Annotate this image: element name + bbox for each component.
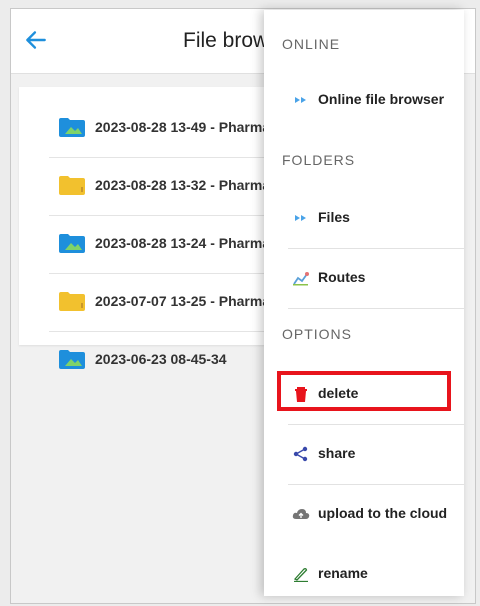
menu-item-routes[interactable]: Routes [288, 248, 464, 308]
menu-item-label: rename [318, 565, 368, 581]
file-name: 2023-08-28 13-24 - Pharmacy [95, 235, 286, 251]
delete-highlight-box [277, 371, 451, 411]
section-label-options: OPTIONS [282, 326, 353, 342]
file-name: 2023-08-28 13-32 - Pharmacy [95, 177, 286, 193]
context-menu: ONLINE Online file browser FOLDERS Files… [264, 10, 464, 596]
menu-item-label: Online file browser [318, 91, 445, 107]
section-label-folders: FOLDERS [282, 152, 356, 168]
menu-item-online-file-browser[interactable]: Online file browser [288, 70, 464, 130]
file-name: 2023-06-23 08-45-34 [95, 351, 227, 367]
folder-image-icon [59, 350, 85, 369]
folder-icon [59, 176, 85, 195]
menu-item-rename[interactable]: rename [288, 544, 464, 596]
routes-icon [293, 272, 309, 286]
cloud-upload-icon [292, 509, 310, 519]
folder-image-icon [59, 118, 85, 137]
menu-item-label: share [318, 445, 356, 461]
pen-icon [293, 568, 308, 582]
menu-item-label: Routes [318, 269, 366, 285]
section-label-online: ONLINE [282, 36, 341, 52]
folder-icon [59, 292, 85, 311]
double-arrow-icon [295, 97, 306, 103]
back-arrow-icon[interactable] [23, 27, 49, 53]
menu-item-files[interactable]: Files [288, 188, 464, 248]
double-arrow-icon [295, 215, 306, 221]
menu-item-upload[interactable]: upload to the cloud [288, 484, 464, 544]
menu-item-label: upload to the cloud [318, 505, 448, 521]
share-icon [293, 446, 308, 462]
divider [288, 308, 464, 309]
file-name: 2023-08-28 13-49 - Pharmacy [95, 119, 286, 135]
menu-item-share[interactable]: share [288, 424, 464, 484]
menu-item-label: Files [318, 209, 350, 225]
folder-image-icon [59, 234, 85, 253]
file-name: 2023-07-07 13-25 - Pharmacy [95, 293, 286, 309]
